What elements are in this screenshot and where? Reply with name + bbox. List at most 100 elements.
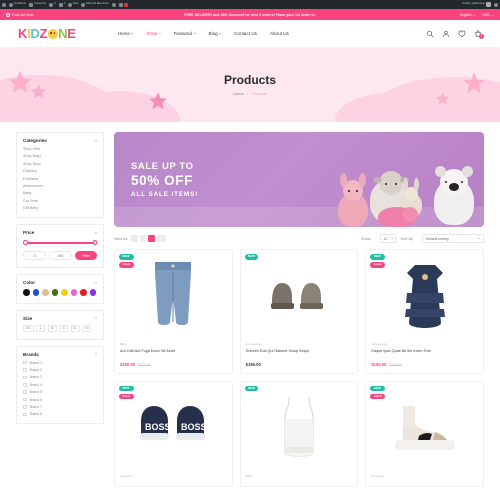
cart-icon[interactable]: 1 (474, 30, 484, 39)
sale-banner[interactable]: SALE UP TO 50% OFF ALL SALE ITEMS! (114, 132, 484, 227)
brand-item[interactable]: Brand 7 (23, 405, 97, 409)
color-swatch[interactable] (51, 289, 58, 296)
product-image[interactable]: NEW SALE (115, 250, 232, 338)
product-image[interactable]: NEW SALE (366, 381, 483, 470)
view-mode-grid-3[interactable] (148, 235, 155, 242)
size-option[interactable]: 2XL (23, 324, 34, 332)
color-swatch[interactable] (70, 289, 77, 296)
product-card[interactable]: NEW Accessories Dolores Eos Qui Ratione V… (239, 249, 359, 374)
color-swatch[interactable] (89, 289, 96, 296)
nav-item-about-us[interactable]: About Us (270, 31, 289, 36)
show-count-select[interactable]: 12 (379, 234, 396, 243)
brand-item[interactable]: Brand 6 (23, 398, 97, 402)
breadcrumb-home[interactable]: Home (233, 91, 244, 96)
size-option[interactable]: M (47, 324, 57, 332)
language-selector[interactable]: English ⌄ (460, 13, 476, 17)
product-name[interactable]: Eaque Ipsa Quae Ab Illo Inven Tore (371, 349, 478, 359)
brand-item[interactable]: Brand 5 (23, 390, 97, 394)
brand-checkbox[interactable] (23, 383, 27, 387)
product-card[interactable]: NEW SALE BOSS BOSS Footwear (114, 380, 233, 487)
brand-checkbox[interactable] (23, 368, 27, 372)
category-item[interactable]: Baby (23, 191, 97, 195)
color-swatch[interactable] (23, 289, 30, 296)
admin-bar-item-updates[interactable]: 3 (49, 2, 56, 7)
nav-item-shop[interactable]: Shop (146, 31, 161, 36)
product-category[interactable]: Footwear (371, 474, 478, 478)
category-item[interactable]: Car Seat (23, 199, 97, 203)
category-item[interactable]: Shop Boys (23, 162, 97, 166)
admin-bar-item[interactable] (2, 2, 6, 7)
chevron-down-icon[interactable] (95, 317, 97, 320)
size-option[interactable]: XS (82, 324, 92, 332)
admin-bar-item-new[interactable]: New (68, 2, 78, 7)
product-card[interactable]: NEW SALE Accessories Eaque Ipsa Quae Ab Il… (365, 249, 484, 374)
nav-item-featured[interactable]: Featured (174, 31, 196, 36)
brand-item[interactable]: Brand 4 (23, 383, 97, 387)
admin-bar-howdy[interactable]: Howdy, wpthemego (462, 2, 491, 7)
category-item[interactable]: Shop Baby (23, 154, 97, 158)
slider-handle-max[interactable] (92, 240, 97, 245)
admin-bar-search[interactable] (494, 2, 498, 7)
admin-bar-item-move[interactable] (111, 2, 116, 7)
filter-button[interactable]: Filter (75, 251, 97, 261)
currency-selector[interactable]: USD ⌄ (483, 13, 494, 17)
view-mode-grid-4[interactable] (156, 235, 166, 242)
admin-bar-item-customize[interactable]: Customize (28, 2, 46, 7)
product-category[interactable]: Accessories (371, 342, 478, 346)
wp-admin-bar[interactable]: re:kidzone Customize 3 0 New Edit with E… (0, 0, 500, 9)
find-out-more-link[interactable]: Find out more (6, 12, 156, 17)
nav-item-home[interactable]: Home (118, 31, 134, 36)
product-image[interactable]: NEW (240, 250, 358, 338)
chevron-down-icon[interactable] (95, 353, 97, 356)
category-item[interactable]: Shop Girls (23, 147, 97, 151)
product-name[interactable]: Dolores Eos Qui Ratione Volup Sequi (246, 349, 353, 359)
size-option[interactable]: L (36, 324, 46, 332)
product-category[interactable]: Baby (246, 474, 353, 478)
admin-bar-item-elementor[interactable]: Edit with Elementor (81, 2, 109, 7)
brand-item[interactable]: Brand 2 (23, 368, 97, 372)
color-swatch[interactable] (61, 289, 68, 296)
category-item[interactable]: Gift Baby (23, 206, 97, 210)
category-item[interactable]: Clothing (23, 169, 97, 173)
view-mode-list[interactable] (131, 235, 138, 242)
nav-item-contact-us[interactable]: Contact Us (234, 31, 257, 36)
brand-checkbox[interactable] (23, 375, 27, 380)
admin-bar-item-facebook[interactable] (118, 2, 128, 7)
chevron-down-icon[interactable] (95, 139, 97, 142)
brand-item[interactable]: Brand 3 (23, 375, 97, 379)
price-min-input[interactable] (23, 251, 47, 261)
brand-checkbox[interactable] (23, 360, 27, 365)
price-range-slider[interactable] (23, 239, 97, 247)
category-item[interactable]: Accessories (23, 184, 97, 188)
product-card[interactable]: NEW Baby (239, 380, 359, 487)
brand-checkbox[interactable] (23, 397, 27, 402)
size-option[interactable]: XL (70, 324, 80, 332)
color-swatch[interactable] (42, 289, 49, 296)
nav-item-blog[interactable]: Blog (209, 31, 222, 36)
product-category[interactable]: Footwear (120, 474, 227, 478)
price-max-input[interactable] (49, 251, 73, 261)
sort-by-select[interactable]: Default sorting (422, 234, 484, 243)
brand-checkbox[interactable] (23, 412, 27, 417)
heart-icon[interactable] (458, 30, 466, 38)
admin-bar-item-site[interactable]: re:kidzone (9, 2, 26, 7)
view-mode-grid-2[interactable] (139, 235, 147, 242)
product-name[interactable]: Aut Odit Aut Fugit Dolor Sit Amet (120, 349, 227, 359)
size-option[interactable]: S (59, 324, 69, 332)
color-swatch[interactable] (80, 289, 87, 296)
product-image[interactable]: NEW SALE (366, 250, 483, 338)
product-image[interactable]: NEW SALE BOSS BOSS (115, 381, 232, 470)
product-category[interactable]: Accessories (246, 342, 353, 346)
product-card[interactable]: NEW SALE Footwear (365, 380, 484, 487)
search-icon[interactable] (426, 30, 434, 38)
product-image[interactable]: NEW (240, 381, 358, 470)
chevron-down-icon[interactable] (95, 231, 97, 234)
chevron-down-icon[interactable] (95, 281, 97, 284)
brand-item[interactable]: Brand 8 (23, 412, 97, 416)
site-logo[interactable]: KIDZNE (18, 27, 76, 40)
slider-handle-min[interactable] (23, 240, 28, 245)
brand-item[interactable]: Brand 1 (23, 361, 97, 365)
user-icon[interactable] (442, 30, 450, 38)
color-swatch[interactable] (32, 289, 39, 296)
admin-bar-item-comments[interactable]: 0 (58, 2, 65, 7)
